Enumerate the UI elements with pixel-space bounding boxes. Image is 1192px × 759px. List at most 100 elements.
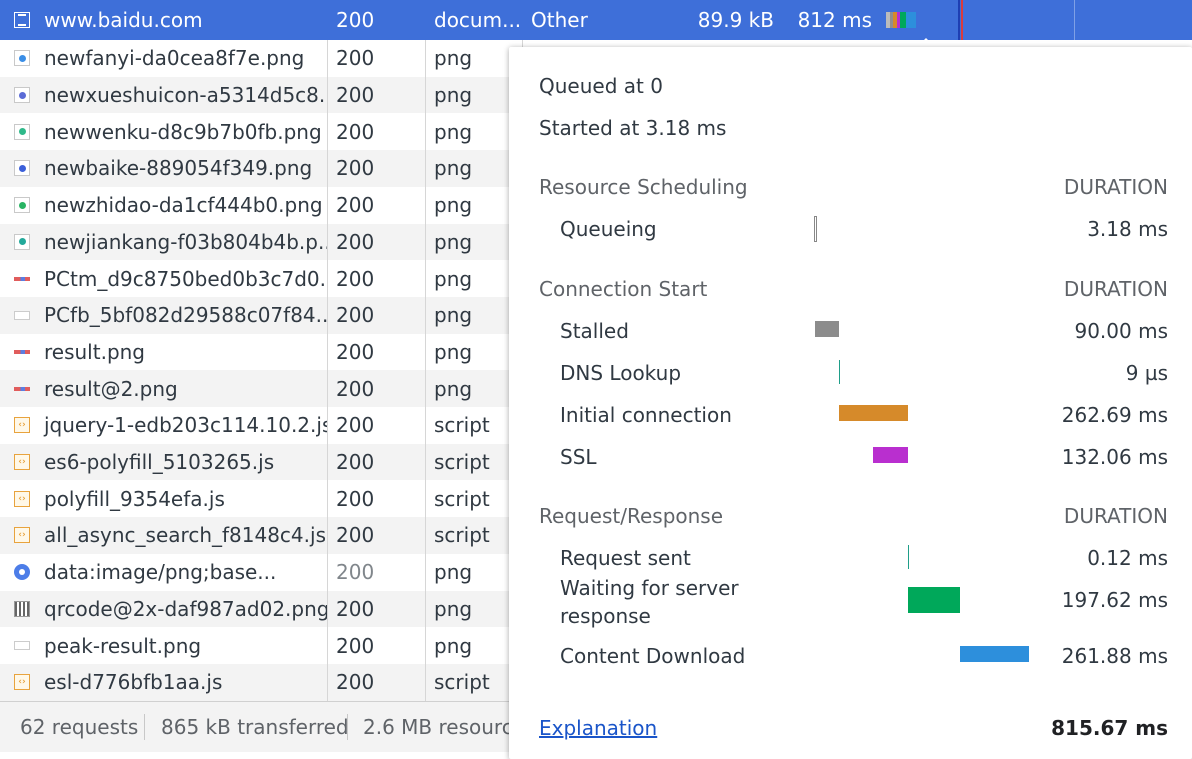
script-icon: ‹› [14,490,30,507]
request-row-selected[interactable]: www.baidu.com 200 docum... Other 89.9 kB… [0,0,1192,40]
request-status: 200 [336,376,375,401]
request-name-cell[interactable]: PCtm_d9c8750bed0b3c7d0... [0,260,327,297]
timing-phase-duration: 3.18 ms [1087,217,1168,241]
request-name: qrcode@2x-daf987ad02.png [44,596,327,621]
timing-bar [959,646,1029,662]
resources-size: 2.6 MB resource [363,715,526,739]
timing-section-title: Connection Start [539,277,708,301]
request-name-cell[interactable]: newxueshuicon-a5314d5c8... [0,77,327,114]
request-name-cell[interactable]: qrcode@2x-daf987ad02.png [0,591,327,628]
request-name-cell[interactable]: www.baidu.com [0,0,327,40]
timing-phase-label: Request sent [560,546,691,570]
request-type: png [434,596,473,621]
request-name: newzhidao-da1cf444b0.png [44,193,323,218]
timing-bar [838,405,908,421]
request-name: peak-result.png [44,633,202,658]
request-name: result@2.png [44,376,178,401]
request-name: result.png [44,339,146,364]
request-name-cell[interactable]: newwenku-d8c9b7b0fb.png [0,113,327,150]
duration-column-header: DURATION [1063,277,1168,301]
image-icon [14,50,30,67]
blank-image-icon [14,641,30,651]
request-name: PCfb_5bf082d29588c07f84... [44,303,327,328]
request-name-cell[interactable]: ‹› esl-d776bfb1aa.js [0,664,327,701]
request-type: png [434,266,473,291]
request-time: 812 ms [797,8,872,32]
request-type: png [434,119,473,144]
request-status: 200 [336,83,375,108]
request-type: png [434,376,473,401]
request-type: png [434,633,473,658]
timing-bar [872,447,908,463]
timing-phase-duration: 132.06 ms [1061,445,1168,469]
request-name-cell[interactable]: newbaike-889054f349.png [0,150,327,187]
request-type: script [434,413,490,438]
document-icon [14,12,30,28]
request-name: www.baidu.com [44,8,203,32]
request-name-cell[interactable]: result@2.png [0,370,327,407]
request-name-cell[interactable]: result.png [0,334,327,371]
request-initiator: Other [531,8,588,32]
request-type: png [434,229,473,254]
request-name-cell[interactable]: newfanyi-da0cea8f7e.png [0,40,327,77]
timing-phase-label: SSL [560,445,597,469]
waterfall-bar[interactable] [886,12,916,28]
timing-phase-duration: 261.88 ms [1061,644,1168,668]
request-type: script [434,523,490,548]
request-name-cell[interactable]: ‹› all_async_search_f8148c4.js [0,517,327,554]
request-status: 200 [336,229,375,254]
request-status: 200 [336,339,375,364]
request-name-cell[interactable]: ‹› jquery-1-edb203c114.10.2.js [0,407,327,444]
request-type: docum... [434,8,522,32]
image-strip-icon [14,381,30,397]
request-name-cell[interactable]: peak-result.png [0,627,327,664]
transferred-size: 865 kB transferred [161,715,349,739]
image-icon [14,87,30,104]
timing-phase-duration: 9 µs [1125,361,1168,385]
request-status: 200 [336,266,375,291]
timing-phase-duration: 197.62 ms [1061,588,1168,612]
request-status: 200 [336,303,375,328]
request-name: newwenku-d8c9b7b0fb.png [44,119,322,144]
qrcode-icon [14,600,30,617]
timing-phase-label: Initial connection [560,403,732,427]
request-type: png [434,156,473,181]
timing-phase-label: DNS Lookup [560,361,682,385]
request-name-cell[interactable]: newjiankang-f03b804b4b.p... [0,224,327,261]
timing-bar [814,216,817,242]
request-name-cell[interactable]: ‹› polyfill_9354efa.js [0,480,327,517]
request-name: esl-d776bfb1aa.js [44,670,223,695]
request-name-cell[interactable]: PCfb_5bf082d29588c07f84... [0,297,327,334]
timing-bar [814,321,839,337]
request-status: 200 [336,156,375,181]
request-type: png [434,303,473,328]
request-status: 200 [336,633,375,658]
timing-section-title: Request/Response [539,504,724,528]
timing-popover: Queued at 0 Started at 3.18 ms Resource … [509,47,1192,759]
request-type: png [434,193,473,218]
load-event-marker [961,0,963,40]
timing-bar [838,360,841,384]
request-name-cell[interactable]: data:image/png;base... [0,554,327,591]
timing-bar [907,587,960,613]
request-name: jquery-1-edb203c114.10.2.js [44,413,327,438]
timing-phase-duration: 90.00 ms [1074,319,1168,343]
request-name: data:image/png;base... [44,560,277,585]
request-name: all_async_search_f8148c4.js [44,523,326,548]
explanation-link[interactable]: Explanation [539,716,657,740]
request-name: newxueshuicon-a5314d5c8... [44,83,327,108]
duration-column-header: DURATION [1063,175,1168,199]
image-icon [14,233,30,250]
request-waterfall-cell[interactable] [879,0,1192,40]
data-uri-icon [14,564,30,581]
column-divider [327,40,328,701]
request-name-cell[interactable]: ‹› es6-polyfill_5103265.js [0,444,327,481]
image-icon [14,160,30,177]
request-name: polyfill_9354efa.js [44,486,225,511]
request-type: script [434,450,490,475]
image-strip-icon [14,344,30,360]
request-name-cell[interactable]: newzhidao-da1cf444b0.png [0,187,327,224]
request-status: 200 [336,119,375,144]
dom-content-loaded-marker [958,0,960,40]
timing-bar [907,545,910,569]
